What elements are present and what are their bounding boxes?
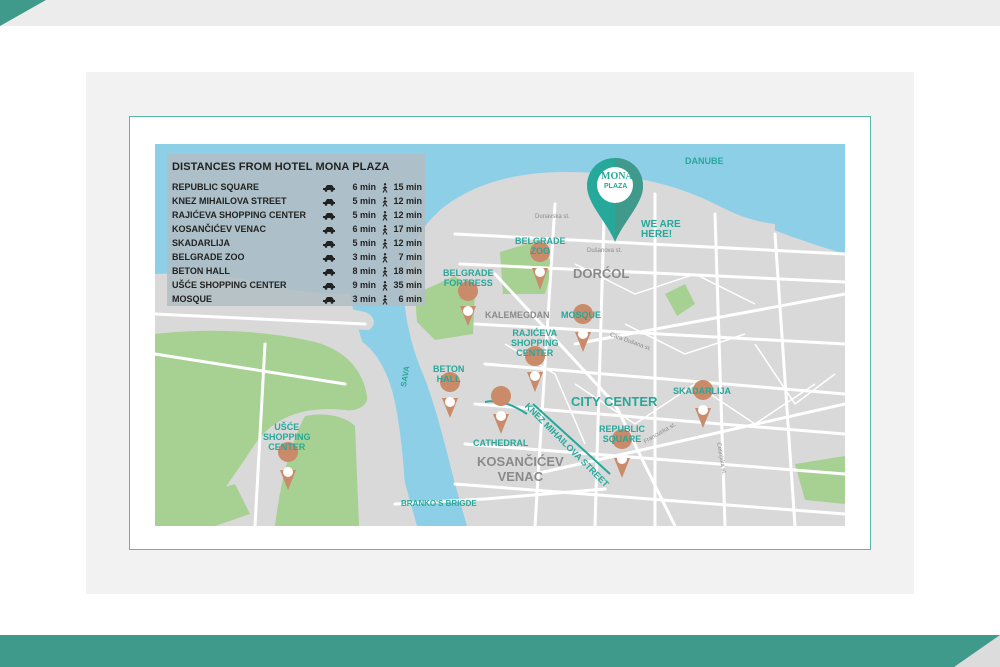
- mosque-label: MOSQUE: [561, 310, 602, 320]
- usce-label: UŠĆE SHOPPING CENTER: [263, 422, 311, 452]
- car-time: 8 min: [352, 266, 376, 276]
- distance-row: UŠĆE SHOPPING CENTER 9 min 35 min: [172, 280, 424, 292]
- walk-time: 15 min: [393, 182, 422, 192]
- top-band: [0, 0, 1000, 26]
- car-time: 5 min: [352, 238, 376, 248]
- car-time: 5 min: [352, 210, 376, 220]
- car-time: 5 min: [352, 196, 376, 206]
- walk-time: 17 min: [393, 224, 422, 234]
- car-icon: [323, 213, 335, 220]
- bottom-band: [0, 635, 1000, 667]
- beton-hall-label: BETON HALL: [433, 364, 465, 384]
- car-time: 6 min: [352, 224, 376, 234]
- destination-name: SKADARLIJA: [172, 238, 231, 248]
- brankos-bridge-label: BRANKO'S BRIGDE: [401, 499, 477, 508]
- panel-title: DISTANCES FROM HOTEL MONA PLAZA: [172, 161, 390, 173]
- republic-square-label: REPUBLIC SQUARE: [599, 424, 646, 444]
- walk-time: 35 min: [393, 280, 422, 290]
- cathedral-label: CATHEDRAL: [473, 438, 529, 448]
- destination-name: BETON HALL: [172, 266, 230, 276]
- car-icon: [323, 199, 335, 206]
- car-icon: [323, 283, 335, 290]
- dorcol-label: DORĆOL: [573, 266, 630, 281]
- car-icon: [323, 297, 335, 304]
- kosancicev-venac-label: KOSANČIĆEV VENAC: [477, 454, 564, 484]
- car-time: 9 min: [352, 280, 376, 290]
- distance-row: RAJIĆEVA SHOPPING CENTER 5 min 12 min: [172, 210, 424, 222]
- rajiceva-label: RAJIĆEVA SHOPPING CENTER: [511, 328, 559, 358]
- walk-time: 18 min: [393, 266, 422, 276]
- car-time: 6 min: [352, 182, 376, 192]
- bottom-corner-accent: [954, 635, 1000, 667]
- street-dusanova-label: Dušanova st.: [587, 248, 623, 254]
- street-dunavska-label: Dunavska st.: [535, 214, 570, 220]
- city-map[interactable]: MONA PLAZA WE ARE HERE! DANUBE SAVA DORĆ…: [155, 144, 845, 526]
- car-icon: [323, 269, 335, 276]
- distance-row: BETON HALL 8 min 18 min: [172, 266, 424, 278]
- destination-name: MOSQUE: [172, 294, 213, 304]
- kalemegdan-label: KALEMEGDAN: [485, 310, 550, 320]
- distance-row: KNEZ MIHAILOVA STREET 5 min 12 min: [172, 196, 424, 208]
- we-are-here-label: WE ARE HERE!: [641, 219, 681, 240]
- destination-name: KOSANČIĆEV VENAC: [172, 224, 267, 234]
- belgrade-fortress-label: BELGRADE FORTRESS: [443, 268, 494, 288]
- destination-name: REPUBLIC SQUARE: [172, 182, 260, 192]
- car-icon: [323, 255, 335, 262]
- distance-row: KOSANČIĆEV VENAC 6 min 17 min: [172, 224, 424, 236]
- logo-text-top: MONA: [601, 171, 633, 182]
- logo-text-bottom: PLAZA: [604, 183, 628, 190]
- destination-name: UŠĆE SHOPPING CENTER: [172, 280, 287, 290]
- distance-row: SKADARLIJA 5 min 12 min: [172, 238, 424, 250]
- walk-time: 12 min: [393, 238, 422, 248]
- distance-row: BELGRADE ZOO 3 min 7 min: [172, 252, 424, 264]
- car-time: 3 min: [352, 252, 376, 262]
- walk-time: 12 min: [393, 210, 422, 220]
- car-icon: [323, 185, 335, 192]
- skadarlija-label: SKADARLIJA: [673, 386, 732, 396]
- distance-row: MOSQUE 3 min 6 min: [172, 294, 424, 306]
- walk-time: 7 min: [398, 252, 422, 262]
- danube-label: DANUBE: [685, 156, 724, 166]
- city-center-label: CITY CENTER: [571, 394, 658, 409]
- destination-name: KNEZ MIHAILOVA STREET: [172, 196, 287, 206]
- car-icon: [323, 227, 335, 234]
- belgrade-zoo-label: BELGRADE ZOO: [515, 236, 566, 256]
- walk-time: 12 min: [393, 196, 422, 206]
- destination-name: RAJIĆEVA SHOPPING CENTER: [172, 210, 307, 220]
- top-corner-accent: [0, 0, 46, 26]
- car-time: 3 min: [352, 294, 376, 304]
- distance-row: REPUBLIC SQUARE 6 min 15 min: [172, 182, 424, 194]
- car-icon: [323, 241, 335, 248]
- distances-panel: DISTANCES FROM HOTEL MONA PLAZA REPUBLIC…: [167, 154, 425, 306]
- destination-name: BELGRADE ZOO: [172, 252, 245, 262]
- walk-time: 6 min: [398, 294, 422, 304]
